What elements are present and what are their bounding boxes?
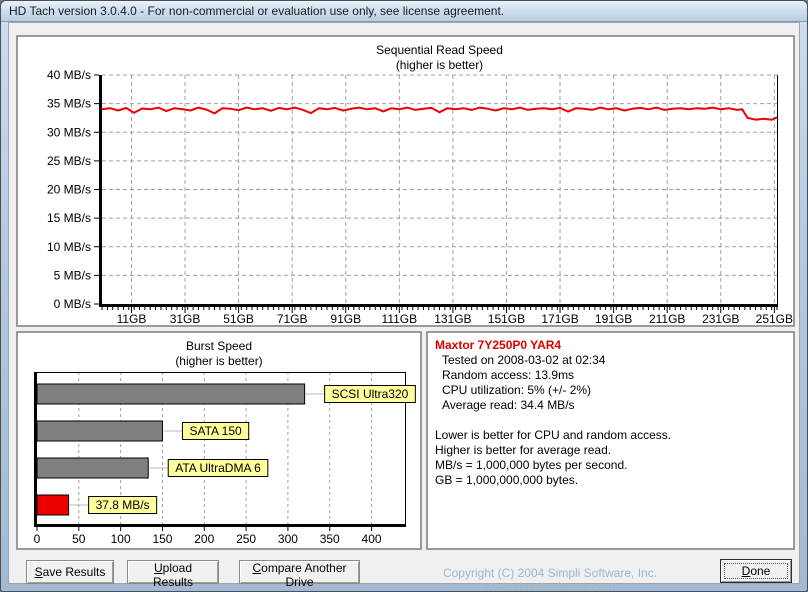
svg-text:50: 50 bbox=[72, 532, 86, 546]
svg-text:151GB: 151GB bbox=[488, 312, 525, 325]
svg-text:231GB: 231GB bbox=[702, 312, 739, 325]
window-title: HD Tach version 3.0.4.0 - For non-commer… bbox=[9, 4, 505, 18]
svg-text:10 MB/s: 10 MB/s bbox=[47, 240, 91, 254]
svg-text:31GB: 31GB bbox=[170, 312, 201, 325]
note-lower-better: Lower is better for CPU and random acces… bbox=[435, 428, 672, 442]
svg-text:251GB: 251GB bbox=[756, 312, 793, 325]
svg-text:171GB: 171GB bbox=[541, 312, 578, 325]
svg-text:Burst Speed: Burst Speed bbox=[186, 339, 252, 353]
burst-speed-panel: Burst Speed (higher is better) SCSI Ultra3… bbox=[16, 331, 422, 550]
svg-text:91GB: 91GB bbox=[330, 312, 361, 325]
sequential-read-panel: Sequential Read Speed (higher is better) 4… bbox=[16, 35, 795, 327]
svg-text:20 MB/s: 20 MB/s bbox=[47, 183, 91, 197]
note-mbs-def: MB/s = 1,000,000 bytes per second. bbox=[435, 458, 628, 472]
svg-text:71GB: 71GB bbox=[277, 312, 308, 325]
client-area: Sequential Read Speed (higher is better) 4… bbox=[8, 22, 800, 591]
random-access-line: Random access: 13.9ms bbox=[442, 368, 575, 382]
svg-text:5 MB/s: 5 MB/s bbox=[54, 268, 91, 282]
svg-text:150: 150 bbox=[152, 532, 172, 546]
upload-results-label: Upload Results bbox=[152, 561, 193, 589]
svg-text:191GB: 191GB bbox=[595, 312, 632, 325]
sequential-read-chart: Sequential Read Speed(higher is better) 4… bbox=[47, 43, 793, 325]
svg-text:40 MB/s: 40 MB/s bbox=[47, 68, 91, 82]
average-read-line: Average read: 34.4 MB/s bbox=[442, 398, 575, 412]
svg-text:131GB: 131GB bbox=[434, 312, 471, 325]
svg-text:100: 100 bbox=[111, 532, 131, 546]
save-results-button[interactable]: Save Results bbox=[26, 560, 114, 584]
svg-text:300: 300 bbox=[278, 532, 298, 546]
note-higher-better: Higher is better for average read. bbox=[435, 443, 612, 457]
svg-text:37.8 MB/s: 37.8 MB/s bbox=[96, 498, 150, 512]
save-results-label: Save Results bbox=[34, 565, 106, 579]
title-bar[interactable]: HD Tach version 3.0.4.0 - For non-commer… bbox=[1, 1, 807, 22]
svg-text:35 MB/s: 35 MB/s bbox=[47, 97, 91, 111]
svg-text:400: 400 bbox=[362, 532, 382, 546]
hd-tach-window: HD Tach version 3.0.4.0 - For non-commer… bbox=[0, 0, 808, 592]
copyright-text: Copyright (C) 2004 Simpli Software, Inc.… bbox=[442, 566, 658, 592]
tested-on-line: Tested on 2008-03-02 at 02:34 bbox=[442, 353, 606, 367]
upload-results-button[interactable]: Upload Results bbox=[127, 560, 219, 589]
svg-text:350: 350 bbox=[320, 532, 340, 546]
svg-text:ATA UltraDMA 6: ATA UltraDMA 6 bbox=[175, 461, 261, 475]
svg-text:51GB: 51GB bbox=[223, 312, 254, 325]
svg-text:(higher is better): (higher is better) bbox=[175, 354, 262, 368]
burst-speed-chart: Burst Speed(higher is better) SCSI Ultra3… bbox=[34, 339, 416, 546]
svg-text:30 MB/s: 30 MB/s bbox=[47, 125, 91, 139]
svg-text:SATA 150: SATA 150 bbox=[189, 424, 242, 438]
drive-name: Maxtor 7Y250P0 YAR4 bbox=[435, 338, 562, 352]
svg-text:SCSI Ultra320: SCSI Ultra320 bbox=[332, 387, 409, 401]
svg-text:250: 250 bbox=[236, 532, 256, 546]
drive-info-panel: Maxtor 7Y250P0 YAR4 Tested on 2008-03-02… bbox=[426, 331, 795, 550]
svg-text:0 MB/s: 0 MB/s bbox=[54, 297, 91, 311]
svg-text:0: 0 bbox=[34, 532, 41, 546]
svg-text:11GB: 11GB bbox=[117, 312, 147, 325]
svg-text:25 MB/s: 25 MB/s bbox=[47, 154, 91, 168]
svg-text:211GB: 211GB bbox=[649, 312, 685, 325]
compare-another-drive-label: Compare Another Drive bbox=[252, 561, 347, 589]
done-button[interactable]: Done bbox=[720, 559, 792, 583]
svg-text:(higher is better): (higher is better) bbox=[396, 58, 483, 72]
note-gb-def: GB = 1,000,000,000 bytes. bbox=[435, 473, 579, 487]
done-label: Done bbox=[741, 564, 771, 578]
compare-another-drive-button[interactable]: Compare Another Drive bbox=[239, 560, 360, 589]
svg-text:15 MB/s: 15 MB/s bbox=[47, 211, 91, 225]
svg-text:Sequential Read Speed: Sequential Read Speed bbox=[376, 43, 503, 57]
svg-text:111GB: 111GB bbox=[382, 312, 418, 325]
cpu-utilization-line: CPU utilization: 5% (+/- 2%) bbox=[442, 383, 592, 397]
svg-text:200: 200 bbox=[194, 532, 214, 546]
